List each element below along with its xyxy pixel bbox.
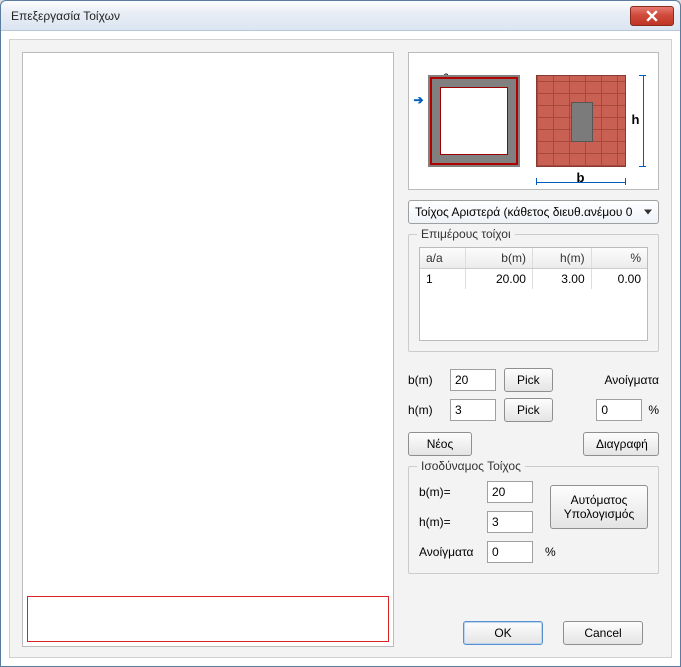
auto-calc-button[interactable]: Αυτόματος Υπολογισμός xyxy=(550,485,648,529)
preview-canvas xyxy=(22,52,394,647)
col-h: h(m) xyxy=(532,248,591,269)
elevation-diagram: h b xyxy=(536,75,626,167)
eq-h-label: h(m)= xyxy=(419,515,477,529)
eq-pct-label: % xyxy=(545,545,648,559)
b-input[interactable] xyxy=(450,369,496,391)
wall-select[interactable]: Τοίχος Αριστερά (κάθετος διευθ.ανέμου 0 xyxy=(408,200,659,224)
close-icon xyxy=(646,10,658,22)
plan-diagram: 0o ➔ xyxy=(428,75,520,167)
h-input[interactable] xyxy=(450,399,496,421)
pct-label: % xyxy=(648,403,659,417)
content-area: 0o ➔ h xyxy=(1,31,680,666)
eq-b-label: b(m)= xyxy=(419,485,477,499)
table-header-row: a/a b(m) h(m) % xyxy=(420,248,647,269)
col-b: b(m) xyxy=(465,248,532,269)
pick-b-button[interactable]: Pick xyxy=(504,368,553,392)
eq-openings-input[interactable] xyxy=(487,541,533,563)
wall-opening-icon xyxy=(571,102,593,142)
close-button[interactable] xyxy=(630,6,674,26)
pick-h-button[interactable]: Pick xyxy=(504,398,553,422)
wind-arrow-icon: ➔ xyxy=(414,93,424,107)
right-column: 0o ➔ h xyxy=(408,52,659,649)
dialog-footer: OK Cancel xyxy=(408,615,659,649)
eq-openings-label: Ανοίγματα xyxy=(419,545,477,559)
dim-b-label: b xyxy=(536,170,626,185)
subwalls-title: Επιμέρους τοίχοι xyxy=(417,227,515,241)
diagram-panel: 0o ➔ h xyxy=(408,52,659,190)
titlebar: Επεξεργασία Τοίχων xyxy=(1,1,680,31)
ok-button[interactable]: OK xyxy=(463,621,543,645)
subwalls-group: Επιμέρους τοίχοι a/a b(m) h(m) % xyxy=(408,234,659,352)
cancel-button[interactable]: Cancel xyxy=(563,621,643,645)
equivalent-wall-group: Ισοδύναμος Τοίχος b(m)= Αυτόματος Υπολογ… xyxy=(408,466,659,574)
window-title: Επεξεργασία Τοίχων xyxy=(11,9,630,23)
col-pct: % xyxy=(591,248,647,269)
wall-select-value: Τοίχος Αριστερά (κάθετος διευθ.ανέμου 0 xyxy=(415,205,632,219)
openings-input[interactable] xyxy=(596,399,642,421)
col-aa: a/a xyxy=(420,248,465,269)
inner-panel: 0o ➔ h xyxy=(9,39,672,658)
equiv-title: Ισοδύναμος Τοίχος xyxy=(417,459,525,473)
dimension-edit-block: b(m) Pick Ανοίγματα h(m) Pick xyxy=(408,362,659,456)
dialog-window: Επεξεργασία Τοίχων 0o ➔ xyxy=(0,0,681,667)
h-label: h(m) xyxy=(408,403,442,417)
openings-title: Ανοίγματα xyxy=(605,373,660,387)
chevron-down-icon xyxy=(644,210,652,215)
b-label: b(m) xyxy=(408,373,442,387)
selection-highlight xyxy=(27,596,389,642)
eq-b-input[interactable] xyxy=(487,481,533,503)
new-button[interactable]: Νέος xyxy=(408,432,472,456)
table-row[interactable]: 1 20.00 3.00 0.00 xyxy=(420,269,647,290)
subwalls-table[interactable]: a/a b(m) h(m) % 1 20.00 3.00 xyxy=(419,247,648,341)
delete-button[interactable]: Διαγραφή xyxy=(583,432,659,456)
eq-h-input[interactable] xyxy=(487,511,533,533)
